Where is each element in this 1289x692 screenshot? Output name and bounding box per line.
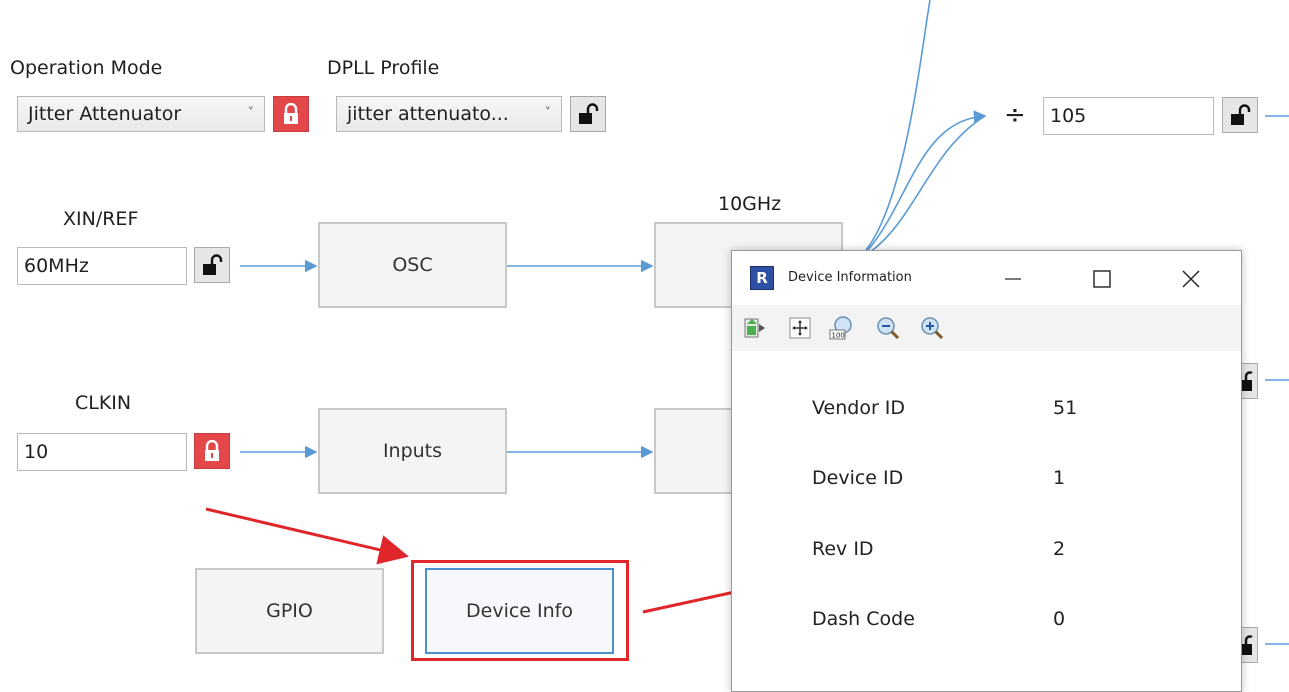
lock-unlocked-icon — [579, 103, 599, 124]
device-info-block-label: Device Info — [466, 600, 573, 622]
divider-lock-button[interactable] — [1222, 97, 1258, 133]
maximize-icon — [1093, 270, 1111, 288]
chevron-down-icon: ˅ — [544, 106, 552, 121]
lock-unlocked-icon — [1240, 635, 1253, 655]
operation-mode-dropdown[interactable]: Jitter Attenuator ˅ — [17, 96, 265, 132]
zoom-out-button[interactable] — [875, 315, 901, 341]
title-bar[interactable]: R Device Information — [732, 251, 1241, 305]
clkin-input[interactable]: 10 — [17, 433, 187, 471]
inputs-block-label: Inputs — [382, 440, 443, 462]
dpll-profile-label: DPLL Profile — [327, 57, 440, 79]
operation-mode-value: Jitter Attenuator — [28, 103, 182, 125]
dash-code-label: Dash Code — [812, 608, 915, 630]
lock-unlocked-icon — [203, 254, 223, 275]
export-icon — [744, 318, 765, 338]
svg-text:100: 100 — [832, 332, 845, 340]
inputs-block[interactable]: Inputs — [318, 408, 507, 494]
window-title: Device Information — [788, 270, 912, 285]
zoom-in-button[interactable] — [919, 315, 945, 341]
dpll-profile-dropdown[interactable]: jitter attenuato... ˅ — [336, 96, 562, 132]
rev-id-value: 2 — [1053, 538, 1066, 560]
gpio-block[interactable]: GPIO — [195, 568, 384, 654]
lock-unlocked-icon — [1240, 371, 1253, 391]
lock-unlocked-icon — [1231, 104, 1251, 125]
export-button[interactable] — [742, 315, 768, 341]
fit-icon — [789, 317, 811, 339]
vendor-id-label: Vendor ID — [812, 397, 906, 419]
divider-symbol: ÷ — [1004, 100, 1026, 130]
device-id-label: Device ID — [812, 467, 904, 489]
device-information-window: R Device Information 100 Vendor ID 51 De… — [731, 250, 1242, 692]
maximize-button[interactable] — [1079, 259, 1125, 299]
xin-ref-input[interactable]: 60MHz — [17, 247, 187, 285]
dash-code-value: 0 — [1053, 608, 1066, 630]
zoom-100-button[interactable]: 100 — [829, 315, 855, 341]
device-info-block[interactable]: Device Info — [425, 568, 614, 654]
device-id-value: 1 — [1053, 467, 1066, 489]
chevron-down-icon: ˅ — [247, 106, 255, 121]
minimize-button[interactable] — [990, 259, 1036, 299]
operation-mode-label: Operation Mode — [10, 57, 163, 79]
fit-view-button[interactable] — [787, 315, 813, 341]
gpio-block-label: GPIO — [266, 600, 313, 622]
zoom-in-icon — [921, 317, 944, 340]
clkin-lock-button[interactable] — [194, 433, 230, 469]
dpll-profile-value: jitter attenuato... — [347, 103, 509, 125]
clkin-label: CLKIN — [75, 392, 132, 414]
divider-input[interactable]: 105 — [1043, 97, 1214, 135]
viewer-toolbar: 100 — [732, 305, 1241, 351]
close-icon — [1182, 270, 1200, 288]
osc-block[interactable]: OSC — [318, 222, 507, 308]
zoom-100-icon: 100 — [829, 316, 852, 340]
xin-ref-label: XIN/REF — [63, 208, 139, 230]
osc-block-label: OSC — [392, 254, 433, 276]
lock-locked-icon — [205, 440, 219, 461]
rev-id-label: Rev ID — [812, 538, 874, 560]
zoom-out-icon — [877, 317, 900, 340]
lock-locked-icon — [284, 103, 298, 124]
minimize-icon — [1005, 278, 1021, 280]
close-button[interactable] — [1168, 259, 1214, 299]
app-logo-icon: R — [750, 266, 774, 290]
apll-frequency-label: 10GHz — [718, 193, 782, 215]
dpll-profile-lock-button[interactable] — [570, 96, 606, 132]
vendor-id-value: 51 — [1053, 397, 1078, 419]
xin-ref-lock-button[interactable] — [194, 247, 230, 283]
operation-mode-lock-button[interactable] — [273, 96, 309, 132]
